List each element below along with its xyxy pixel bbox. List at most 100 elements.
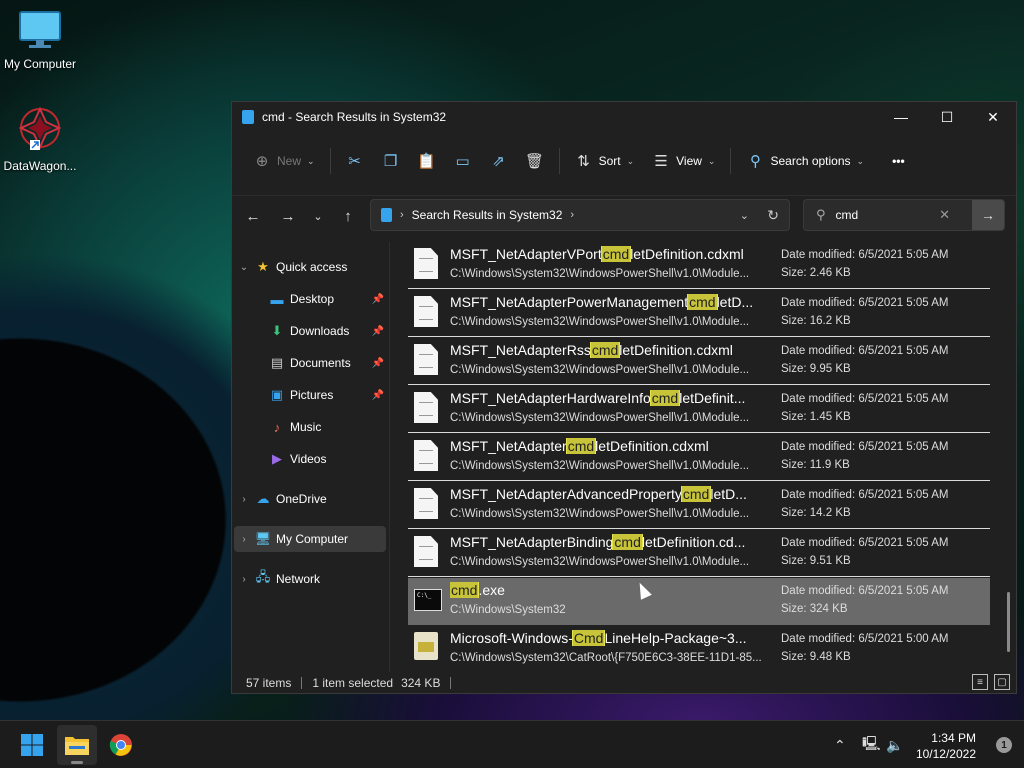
document-file-icon <box>414 488 440 520</box>
file-name-suffix: letDefinition.cdxml <box>595 438 709 454</box>
file-path: C:\Windows\System32\WindowsPowerShell\v1… <box>450 268 750 280</box>
view-button[interactable]: ☰ View ⌄ <box>643 145 724 177</box>
sidebar-item-label: Music <box>290 420 322 434</box>
maximize-button[interactable]: ☐ <box>924 102 970 132</box>
tiles-view-button[interactable]: ▢ <box>994 674 1010 690</box>
file-row[interactable]: Microsoft-Windows-CmdLineHelp-Package~3.… <box>408 626 990 672</box>
file-date-modified: Date modified: 6/5/2021 5:05 AM <box>781 393 949 405</box>
sidebar-item-documents[interactable]: ▤ Documents 📌 <box>234 350 386 376</box>
tray-overflow-button[interactable]: ⌃ <box>834 721 846 768</box>
share-button[interactable]: ⇗ <box>481 145 517 177</box>
chevron-right-icon[interactable]: › <box>570 209 574 221</box>
title-bar[interactable]: cmd - Search Results in System32 — ☐ ✕ <box>232 102 1016 132</box>
taskbar-clock[interactable]: 1:34 PM 10/12/2022 <box>916 730 976 762</box>
sidebar-item-onedrive[interactable]: › ☁ OneDrive <box>234 486 386 512</box>
file-row[interactable]: MSFT_NetAdapterBindingcmdletDefinition.c… <box>408 530 990 577</box>
share-icon: ⇗ <box>492 153 505 170</box>
sidebar-item-label: Desktop <box>290 292 335 306</box>
search-box[interactable]: ⚲ ✕ → <box>803 199 1005 231</box>
refresh-icon[interactable]: ↻ <box>767 207 779 224</box>
sidebar-item-label: Downloads <box>290 324 350 338</box>
star-icon: ★ <box>257 259 269 274</box>
network-status-button[interactable]: 🖳 <box>862 721 881 768</box>
file-row[interactable]: C:\_ cmd.exe C:\Windows\System32 Date modif… <box>408 578 990 625</box>
file-row[interactable]: MSFT_NetAdapterVPortcmdletDefinition.cdx… <box>408 242 990 289</box>
chevron-down-icon: ⌄ <box>707 155 716 166</box>
chevron-right-icon[interactable]: › <box>234 574 254 585</box>
search-match-highlight: cmd <box>649 390 681 406</box>
document-icon: ▤ <box>270 355 284 370</box>
volume-button[interactable]: 🔈 <box>886 721 903 768</box>
minimize-button[interactable]: — <box>878 102 924 132</box>
address-bar[interactable]: › Search Results in System32 › ⌄ ↻ <box>370 199 790 231</box>
file-path: C:\Windows\System32\WindowsPowerShell\v1… <box>450 508 750 520</box>
desktop-icon-my-computer[interactable]: My Computer <box>0 10 80 71</box>
datawagon-shortcut-icon <box>18 106 62 150</box>
cut-button[interactable]: ✂ <box>337 145 373 177</box>
status-bar: 57 items 1 item selected 324 KB ≡ ▢ <box>232 672 1016 694</box>
sidebar-item-network[interactable]: › 🖧 Network <box>234 566 386 592</box>
file-date-modified: Date modified: 6/5/2021 5:05 AM <box>781 297 949 309</box>
desktop-icon-datawagon[interactable]: DataWagon... <box>0 106 80 173</box>
sidebar-item-quick-access[interactable]: ⌄ ★ Quick access <box>234 254 386 280</box>
chevron-right-icon[interactable]: › <box>234 494 254 505</box>
taskbar-chrome[interactable] <box>101 725 141 765</box>
view-label: View <box>676 154 702 168</box>
delete-button[interactable]: 🗑 <box>517 145 553 177</box>
breadcrumb[interactable]: Search Results in System32 <box>412 208 563 222</box>
new-label: New <box>277 154 302 168</box>
close-button[interactable]: ✕ <box>970 102 1016 132</box>
back-button[interactable]: ← <box>241 204 265 228</box>
details-view-button[interactable]: ≡ <box>972 674 988 690</box>
taskbar-file-explorer[interactable] <box>57 725 97 765</box>
file-row[interactable]: MSFT_NetAdapterPowerManagementcmdletD...… <box>408 290 990 337</box>
sidebar-item-pictures[interactable]: ▣ Pictures 📌 <box>234 382 386 408</box>
see-more-button[interactable]: ••• <box>883 145 914 177</box>
chevron-right-icon[interactable]: › <box>234 534 254 545</box>
sidebar-item-desktop[interactable]: ▬ Desktop 📌 <box>234 286 386 312</box>
file-name-suffix: letD... <box>710 486 747 502</box>
sidebar-item-music[interactable]: ♪ Music <box>234 414 386 440</box>
up-button[interactable]: ↑ <box>336 204 360 228</box>
file-name-suffix: letDefinition.cdxml <box>619 342 733 358</box>
file-name-suffix: letDefinition.cd... <box>641 534 746 550</box>
sidebar-item-downloads[interactable]: ⬇ Downloads 📌 <box>234 318 386 344</box>
sidebar-item-videos[interactable]: ▶ Videos <box>234 446 386 472</box>
chevron-down-icon[interactable]: ⌄ <box>234 262 254 273</box>
recent-locations-button[interactable]: ⌄ <box>306 204 330 228</box>
file-name-prefix: MSFT_NetAdapterBinding <box>450 534 614 550</box>
clock-date: 10/12/2022 <box>915 747 976 761</box>
cloud-icon: ☁ <box>256 491 270 506</box>
document-file-icon <box>414 440 440 472</box>
paste-button[interactable]: 📋 <box>409 145 445 177</box>
new-button[interactable]: ⊕ New ⌄ <box>244 145 324 177</box>
sidebar-item-label: Pictures <box>290 388 334 402</box>
package-file-icon <box>414 632 440 664</box>
clear-icon[interactable]: ✕ <box>939 207 950 223</box>
pin-icon: 📌 <box>371 357 384 369</box>
file-row[interactable]: MSFT_NetAdapterAdvancedPropertycmdletD..… <box>408 482 990 529</box>
more-icon: ••• <box>892 154 905 168</box>
file-row[interactable]: MSFT_NetAdapterRsscmdletDefinition.cdxml… <box>408 338 990 385</box>
vertical-scrollbar[interactable] <box>1007 592 1010 652</box>
notification-badge[interactable]: 1 <box>996 737 1012 753</box>
file-name-prefix: Microsoft-Windows- <box>450 630 573 646</box>
copy-button[interactable]: ❐ <box>373 145 409 177</box>
volume-icon: 🔈 <box>886 736 904 753</box>
file-row[interactable]: MSFT_NetAdaptercmdletDefinition.cdxml C:\… <box>408 434 990 481</box>
sidebar-item-label: OneDrive <box>276 492 327 506</box>
chevron-down-icon: ⌄ <box>313 210 323 223</box>
search-go-button[interactable]: → <box>972 200 1004 230</box>
file-row[interactable]: MSFT_NetAdapterHardwareInfocmdletDefinit… <box>408 386 990 433</box>
search-input[interactable] <box>835 208 936 222</box>
address-history-icon[interactable]: ⌄ <box>740 209 749 222</box>
rename-button[interactable]: ▭ <box>445 145 481 177</box>
windows-logo-icon <box>21 734 43 756</box>
sidebar-item-my-computer[interactable]: › 🖥 My Computer <box>234 526 386 552</box>
forward-button[interactable]: → <box>276 204 300 228</box>
sort-button[interactable]: ⇅ Sort ⌄ <box>566 145 644 177</box>
sort-icon: ⇅ <box>577 153 590 170</box>
document-file-icon <box>414 344 440 376</box>
start-button[interactable] <box>12 725 52 765</box>
search-options-button[interactable]: ⚲ Search options ⌄ <box>737 145 873 177</box>
